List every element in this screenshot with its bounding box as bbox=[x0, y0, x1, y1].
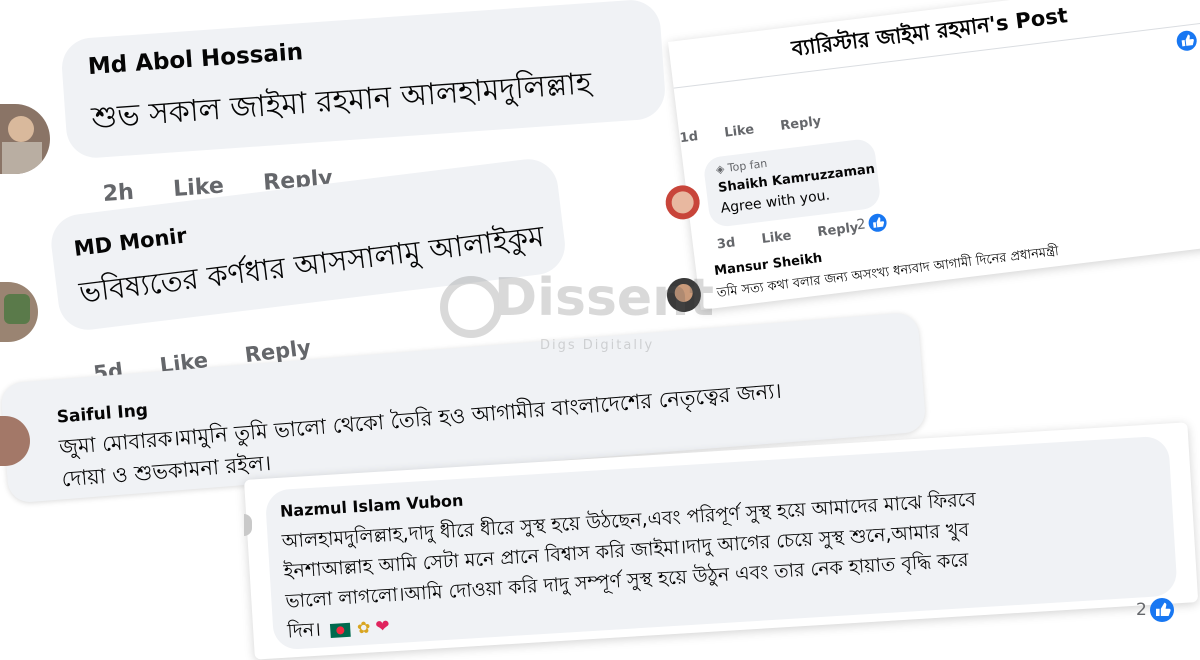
comment-bubble: Md Abol Hossain শুভ সকাল জাইমা রহমান আলহ… bbox=[60, 0, 667, 160]
like-button[interactable]: Like bbox=[761, 228, 792, 247]
reaction-count[interactable]: 2 bbox=[1136, 598, 1174, 622]
reaction-count[interactable]: 2 bbox=[855, 212, 888, 235]
like-icon bbox=[1175, 29, 1198, 52]
comment-time: 1d bbox=[678, 129, 700, 147]
comment-text-line-4-row: দিন। ✿ ❤ bbox=[286, 611, 391, 649]
top-fan-badge: Top fan bbox=[726, 156, 768, 175]
avatar[interactable] bbox=[0, 104, 50, 174]
comment-text-line-4: দিন। bbox=[286, 618, 322, 643]
avatar[interactable] bbox=[0, 282, 38, 342]
avatar[interactable] bbox=[663, 183, 702, 222]
previous-comment-actions: 1d Like Reply bbox=[679, 111, 844, 146]
heart-icon: ❤ bbox=[374, 616, 391, 638]
like-icon bbox=[1149, 598, 1174, 622]
post-card: ব্যারিস্টার জাইমা রহমান's Post 1d Like R… bbox=[663, 0, 1200, 314]
comment-bubble: ◈ Top fan Shaikh Kamruzzaman Agree with … bbox=[702, 137, 882, 229]
diamond-icon: ◈ bbox=[715, 162, 726, 177]
reply-button[interactable]: Reply bbox=[779, 114, 822, 134]
commenter-name[interactable]: Md Abol Hossain bbox=[87, 39, 304, 80]
wheat-icon: ✿ bbox=[356, 617, 371, 638]
comment-time: 2h bbox=[102, 179, 135, 207]
commenter-name[interactable]: Saiful Ing bbox=[56, 401, 149, 428]
comment-time: 3d bbox=[716, 235, 737, 253]
avatar[interactable] bbox=[664, 275, 703, 314]
reaction-number: 2 bbox=[1136, 600, 1147, 620]
bangladesh-flag-icon bbox=[329, 622, 351, 638]
commenter-name[interactable]: Nazmul Islam Vubon bbox=[279, 491, 463, 521]
like-icon bbox=[867, 212, 888, 233]
commenter-name[interactable]: MD Monir bbox=[73, 223, 189, 261]
reply-button[interactable]: Reply bbox=[817, 220, 860, 240]
like-button[interactable]: Like bbox=[724, 122, 755, 141]
comment-text: তমি সত্য কথা বলার জন্য অসংখ্য ধন্যবাদ আগ… bbox=[716, 244, 1060, 301]
post-title: ব্যারিস্টার জাইমা রহমান's Post bbox=[790, 3, 1069, 61]
like-badge-top-right bbox=[1175, 29, 1199, 56]
reaction-number: 2 bbox=[855, 216, 867, 234]
